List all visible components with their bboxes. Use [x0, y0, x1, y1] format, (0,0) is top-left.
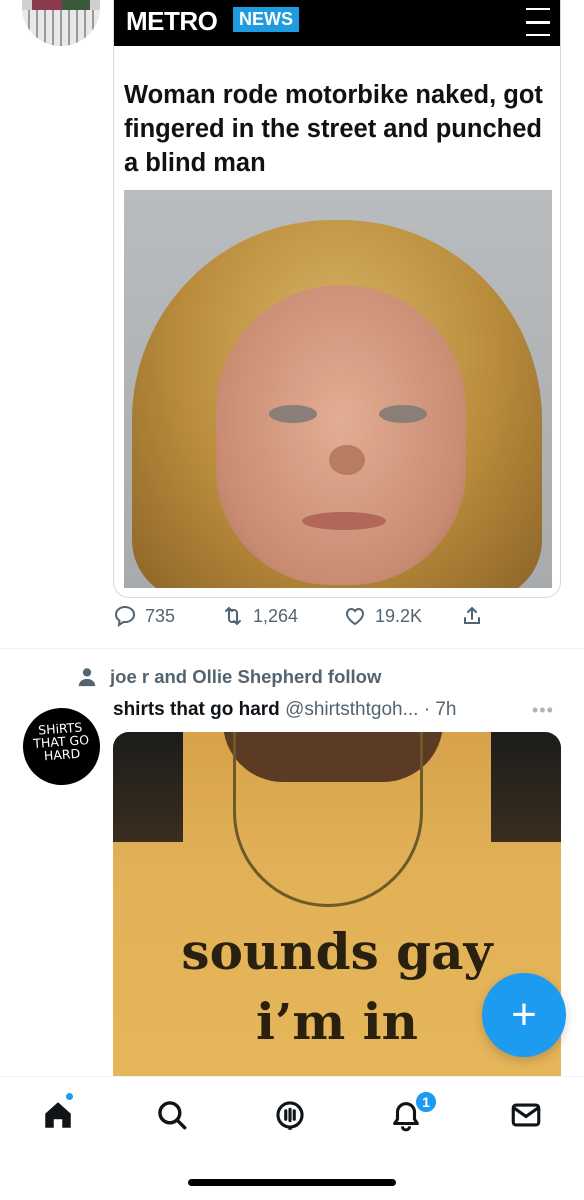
more-icon[interactable]: •••	[532, 700, 554, 721]
article-photo	[124, 190, 552, 588]
photo-eye	[379, 405, 427, 423]
notifications-badge: 1	[414, 1090, 438, 1114]
metro-header: METRO NEWS	[114, 0, 560, 46]
home-new-dot	[64, 1091, 75, 1102]
reply-icon	[114, 605, 136, 628]
social-context[interactable]: joe r and Ollie Shepherd follow	[76, 666, 381, 688]
avatar-part	[22, 10, 100, 46]
photo-nose	[329, 445, 365, 475]
like-icon	[345, 607, 365, 626]
home-indicator	[188, 1179, 396, 1186]
article-headline: Woman rode motorbike naked, got fingered…	[124, 81, 543, 177]
user-handle[interactable]: @shirtsthtgoh...	[285, 699, 418, 720]
display-name[interactable]: shirts that go hard	[113, 699, 280, 720]
compose-button[interactable]: +	[482, 973, 566, 1057]
retweet-button[interactable]: 1,264	[221, 604, 298, 628]
social-context-text: joe r and Ollie Shepherd follow	[110, 666, 382, 687]
avatar-part	[32, 0, 62, 10]
metro-section-badge: NEWS	[233, 7, 299, 32]
tweet-media-card[interactable]: METRO NEWS Woman rode motorbike naked, g…	[113, 0, 561, 598]
messages-icon	[511, 1103, 541, 1127]
spaces-icon	[276, 1101, 304, 1130]
photo-chain	[233, 732, 423, 907]
search-icon	[158, 1101, 187, 1130]
meta-separator: ·	[423, 699, 431, 720]
plus-icon: +	[511, 990, 537, 1039]
tab-messages[interactable]	[506, 1095, 546, 1135]
metro-logo: METRO	[126, 6, 218, 36]
like-button[interactable]: 19.2K	[343, 604, 422, 628]
retweet-count: 1,264	[253, 605, 299, 626]
photo-eye	[269, 405, 317, 423]
like-count: 19.2K	[375, 605, 423, 626]
reply-button[interactable]: 735	[113, 604, 175, 628]
person-icon	[78, 668, 96, 687]
retweet-icon	[225, 606, 241, 626]
tab-spaces[interactable]	[270, 1095, 310, 1135]
tweet-actions: 735 1,264 19.2K	[0, 604, 584, 632]
home-icon	[45, 1102, 71, 1128]
photo-background	[113, 732, 183, 842]
user-avatar[interactable]: SHiRTS THAT GO HARD	[20, 705, 103, 788]
tweet-divider	[0, 648, 584, 649]
shirt-text-line1: sounds gay	[181, 922, 493, 981]
user-avatar[interactable]	[22, 0, 100, 46]
avatar-part	[62, 0, 90, 10]
tab-search[interactable]	[152, 1095, 192, 1135]
photo-face	[216, 285, 466, 585]
photo-mouth	[302, 512, 386, 530]
tweet-header[interactable]: shirts that go hard @shirtsthtgoh... · 7…	[113, 699, 456, 721]
menu-icon	[526, 8, 550, 36]
tweet-time: 7h	[435, 699, 457, 720]
photo-background	[491, 732, 561, 842]
share-icon	[464, 606, 480, 624]
reply-count: 735	[145, 605, 176, 626]
avatar-text: SHiRTS THAT GO HARD	[32, 719, 90, 764]
share-button[interactable]	[460, 604, 484, 628]
